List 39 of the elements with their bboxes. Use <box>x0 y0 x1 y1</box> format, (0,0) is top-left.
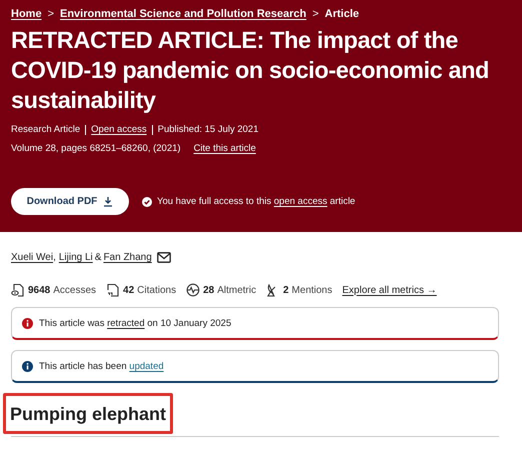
notice-text: This article was retracted on 10 January 2025 <box>39 318 232 328</box>
pulse-circle-icon <box>186 283 200 297</box>
author-separator: , <box>53 252 56 263</box>
open-access-link[interactable]: Open access <box>91 124 147 135</box>
published-date: Published: 15 July 2021 <box>158 124 259 135</box>
metric-label: Citations <box>137 284 176 296</box>
notice-link[interactable]: retracted <box>107 318 145 328</box>
article-type: Research Article <box>11 124 80 135</box>
article-title: RETRACTED ARTICLE: The impact of the COVID-19 pandemic on socio-economic and sustainability <box>11 26 490 115</box>
quote-document-icon <box>106 283 120 297</box>
section-heading: Pumping elephant <box>3 393 174 434</box>
volume-pages: Volume 28, pages 68251–68260, (2021) <box>11 143 181 154</box>
download-icon <box>103 196 114 207</box>
metric-label: Accesses <box>53 284 96 296</box>
access-note: You have full access to this open access article <box>157 196 356 207</box>
breadcrumb-link[interactable]: Home <box>11 8 42 20</box>
eye-document-icon <box>11 283 25 297</box>
metric-value: 28 <box>203 284 214 296</box>
mail-icon[interactable] <box>156 252 171 263</box>
breadcrumb-separator: > <box>48 8 54 20</box>
author-link[interactable]: Lijing Li <box>58 252 93 263</box>
metric-value: 42 <box>123 284 134 296</box>
author-link[interactable]: Xueli Wei <box>11 252 54 263</box>
cite-link[interactable]: Cite this article <box>194 143 256 154</box>
notice-link[interactable]: updated <box>129 360 164 372</box>
metric-label: Mentions <box>292 284 332 296</box>
author-link[interactable]: Fan Zhang <box>103 252 152 263</box>
download-pdf-button[interactable]: Download PDF <box>11 188 129 215</box>
breadcrumb-current: Article <box>324 8 360 20</box>
metric-value: 2 <box>283 284 289 296</box>
metric-label: Altmetric <box>217 284 256 296</box>
breadcrumb-link[interactable]: Environmental Science and Pollution Research <box>60 8 306 20</box>
open-access-link[interactable]: open access <box>274 196 328 207</box>
metric-value: 9648 <box>28 284 50 296</box>
explore-metrics-link[interactable]: Explore all metrics → <box>342 284 437 296</box>
author-separator: & <box>94 252 102 263</box>
check-circle-icon <box>142 196 152 206</box>
breadcrumb-separator: > <box>312 8 319 20</box>
notice-text: This article has been updated <box>39 360 164 372</box>
